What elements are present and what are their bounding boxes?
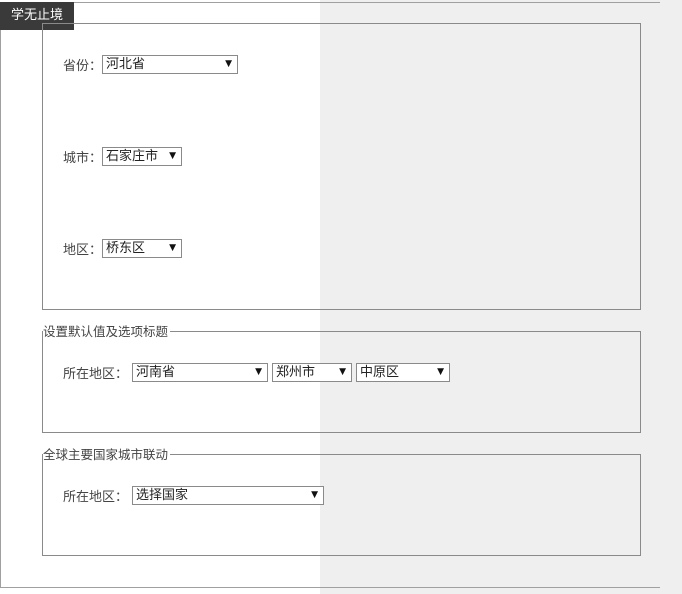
city-select-value: 郑州市 bbox=[276, 364, 316, 380]
default-value-legend: 设置默认值及选项标题 bbox=[43, 324, 171, 340]
city-select[interactable]: 郑州市 ▼ bbox=[272, 362, 353, 382]
dropdown-arrow-icon: ▼ bbox=[437, 366, 445, 377]
dropdown-arrow-icon: ▼ bbox=[311, 489, 319, 500]
country-row: 所在地区： 选择国家 ▼ bbox=[63, 485, 325, 505]
dropdown-arrow-icon: ▼ bbox=[339, 366, 347, 377]
dropdown-arrow-icon: ▼ bbox=[255, 366, 263, 377]
location-label: 所在地区： bbox=[63, 489, 129, 505]
city-row: 城市： 石家庄市 ▼ bbox=[63, 146, 183, 166]
global-city-legend: 全球主要国家城市联动 bbox=[43, 447, 171, 463]
province-label: 省份： bbox=[63, 58, 103, 74]
dropdown-arrow-icon: ▼ bbox=[169, 242, 177, 253]
country-select[interactable]: 选择国家 ▼ bbox=[132, 485, 325, 505]
district-select[interactable]: 桥东区 ▼ bbox=[102, 238, 183, 258]
global-city-panel: 全球主要国家城市联动 所在地区： 选择国家 ▼ bbox=[42, 447, 641, 556]
district-select[interactable]: 中原区 ▼ bbox=[356, 362, 451, 382]
region-selector-panel: 省份： 河北省 ▼ 城市： 石家庄市 ▼ 地区： 桥东区 ▼ bbox=[42, 23, 641, 310]
city-select-value: 石家庄市 bbox=[106, 148, 159, 164]
city-label: 城市： bbox=[63, 150, 103, 166]
location-label: 所在地区： bbox=[63, 366, 129, 382]
district-label: 地区： bbox=[63, 242, 103, 258]
district-select-value: 中原区 bbox=[360, 364, 400, 380]
province-select[interactable]: 河北省 ▼ bbox=[102, 54, 239, 74]
default-value-panel: 设置默认值及选项标题 所在地区： 河南省 ▼ 郑州市 ▼ 中原区 ▼ bbox=[42, 324, 641, 433]
district-row: 地区： 桥东区 ▼ bbox=[63, 238, 183, 258]
province-select[interactable]: 河南省 ▼ bbox=[132, 362, 269, 382]
district-select-value: 桥东区 bbox=[106, 240, 146, 256]
country-select-value: 选择国家 bbox=[136, 487, 189, 503]
province-select-value: 河南省 bbox=[136, 364, 176, 380]
province-row: 省份： 河北省 ▼ bbox=[63, 54, 239, 74]
location-row: 所在地区： 河南省 ▼ 郑州市 ▼ 中原区 ▼ bbox=[63, 362, 451, 382]
dropdown-arrow-icon: ▼ bbox=[225, 58, 233, 69]
dropdown-arrow-icon: ▼ bbox=[169, 150, 177, 161]
city-select[interactable]: 石家庄市 ▼ bbox=[102, 146, 183, 166]
province-select-value: 河北省 bbox=[106, 56, 146, 72]
